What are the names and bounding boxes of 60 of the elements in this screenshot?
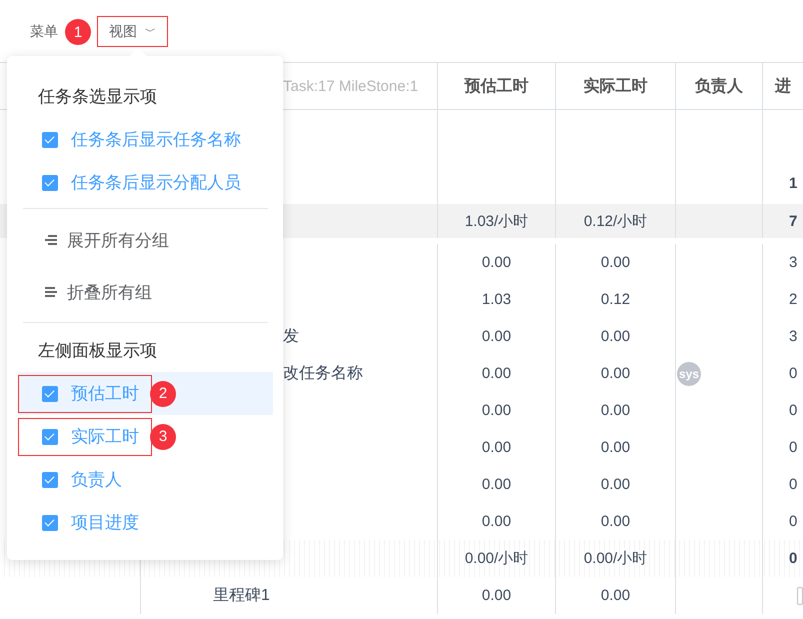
- task-count: Task:17 MileStone:1: [283, 78, 418, 94]
- table-cell: 0.00: [600, 402, 630, 419]
- table-cell: 0.00: [482, 587, 512, 604]
- table-cell: 0.00: [600, 365, 630, 382]
- progress-value: 3: [789, 254, 798, 271]
- table-cell: 0.12/小时: [584, 212, 648, 230]
- column-header[interactable]: 实际工时: [584, 76, 648, 96]
- table-cell: 0.00: [482, 402, 512, 419]
- progress-value: 0: [789, 402, 798, 419]
- progress-value: 0: [789, 476, 798, 493]
- task-name: 改任务名称: [283, 364, 363, 384]
- section-title: 任务条选显示项: [38, 86, 157, 108]
- progress-value: 0: [789, 550, 798, 567]
- progress-value: 0: [789, 365, 798, 382]
- progress-value: 3: [789, 328, 798, 345]
- table-cell: 0.00: [600, 476, 630, 493]
- checkbox[interactable]: [42, 174, 58, 190]
- step-badge: 1: [65, 19, 91, 45]
- table-cell: 1.03: [482, 291, 512, 308]
- step-badge: 3: [150, 424, 176, 450]
- table-cell: 0.00: [482, 476, 512, 493]
- task-name: 里程碑1: [213, 586, 270, 606]
- progress-value: 1: [789, 174, 798, 192]
- table-cell: 0.00/小时: [464, 549, 528, 568]
- table-cell: 0.00: [600, 439, 630, 456]
- table-cell: 0.00: [482, 328, 512, 345]
- view-button[interactable]: 视图 ﹀: [97, 16, 168, 47]
- checkbox[interactable]: [42, 472, 58, 488]
- table-cell: 0.00: [482, 439, 512, 456]
- owner-avatar: sys: [677, 362, 701, 386]
- checkbox[interactable]: [42, 386, 58, 402]
- table-cell: 0.00: [600, 513, 630, 530]
- menu-item[interactable]: 展开所有分组: [7, 214, 283, 266]
- section-title: 左侧面板显示项: [38, 340, 157, 362]
- menu-item[interactable]: 折叠所有组: [7, 266, 283, 318]
- checkbox[interactable]: [42, 132, 58, 148]
- table-cell: 1.03/小时: [464, 212, 528, 230]
- table-cell: 0.12: [600, 291, 630, 308]
- progress-value: 0: [789, 513, 798, 530]
- checkbox[interactable]: [42, 428, 58, 444]
- column-header[interactable]: 进: [775, 76, 791, 96]
- table-cell: 0.00: [482, 254, 512, 271]
- progress-value: 2: [789, 291, 798, 308]
- checkbox[interactable]: [42, 514, 58, 530]
- menu-label[interactable]: 菜单: [30, 16, 58, 47]
- column-header[interactable]: 预估工时: [464, 76, 528, 96]
- table-cell: 0.00: [600, 328, 630, 345]
- progress-value: 0: [789, 439, 798, 456]
- table-cell: 0.00/小时: [584, 549, 648, 568]
- table-cell: 0.00: [482, 513, 512, 530]
- task-name: 发: [283, 327, 299, 347]
- column-header[interactable]: 负责人: [695, 76, 743, 96]
- expand-icon: [45, 235, 57, 245]
- table-cell: 0.00: [600, 587, 630, 604]
- progress-value: 7: [789, 212, 798, 230]
- step-badge: 2: [150, 380, 176, 406]
- checkbox[interactable]: [797, 586, 803, 604]
- collapse-icon: [45, 287, 57, 297]
- table-cell: 0.00: [600, 254, 630, 271]
- table-cell: 0.00: [482, 365, 512, 382]
